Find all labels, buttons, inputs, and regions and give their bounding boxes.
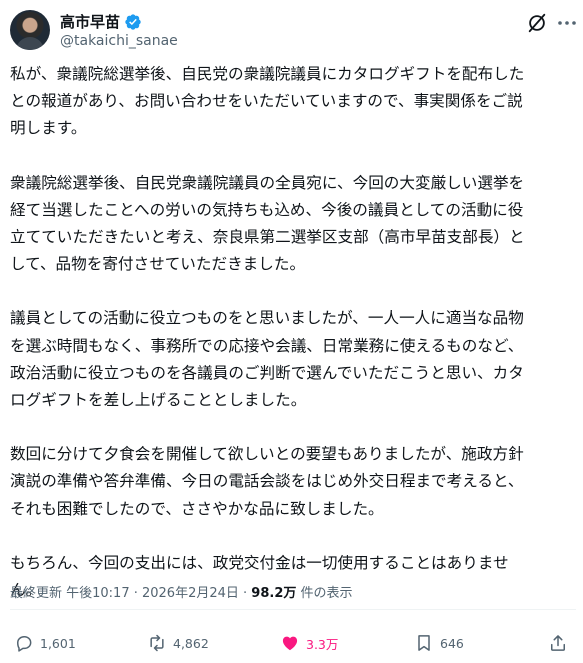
post-paragraph: 私が、衆議院総選挙後、自民党の衆議院議員にカタログギフトを配布した との報道があ… (10, 65, 525, 138)
avatar[interactable] (10, 10, 50, 50)
repost-count: 4,862 (173, 635, 209, 651)
heart-icon (282, 636, 298, 651)
author-handle[interactable]: @takaichi_sanae (60, 33, 178, 49)
divider (10, 609, 576, 610)
bookmark-icon (418, 635, 430, 651)
author-name[interactable]: 高市早苗 (60, 11, 120, 32)
bookmark-button[interactable]: 646 (414, 630, 464, 656)
post-paragraph: 議員としての活動に役立つものをと思いましたが、一人一人に適当な品物 を選ぶ時間も… (10, 309, 524, 410)
view-count: 98.2万 (251, 586, 297, 601)
reply-bubble-icon (17, 636, 32, 652)
verified-badge-icon (125, 13, 141, 30)
grok-icon[interactable] (526, 12, 548, 34)
action-bar: 1,601 4,862 3.3万 646 (0, 630, 583, 656)
like-count: 3.3万 (306, 636, 339, 652)
like-button[interactable]: 3.3万 (280, 630, 338, 656)
reply-count: 1,601 (40, 635, 76, 651)
view-label: 件の表示 (296, 586, 353, 601)
author-name-row[interactable]: 高市早苗 (60, 11, 142, 32)
repost-icon (150, 634, 164, 652)
post-paragraph: 数回に分けて夕食会を開催して欲しいとの要望もありましたが、施政方針 演説の準備や… (10, 445, 524, 518)
share-button[interactable] (548, 630, 568, 656)
post-timestamp[interactable]: 最終更新 午後10:17 · 2026年2月24日 · (10, 586, 251, 601)
reply-button[interactable]: 1,601 (14, 630, 76, 656)
bookmark-count: 646 (440, 635, 464, 651)
post-meta: 最終更新 午後10:17 · 2026年2月24日 · 98.2万 件の表示 (10, 582, 353, 601)
post-body: 私が、衆議院総選挙後、自民党の衆議院議員にカタログギフトを配布した との報道があ… (10, 61, 576, 604)
post-paragraph: 衆議院総選挙後、自民党衆議院議員の全員宛に、今回の大変厳しい選挙を 経て当選した… (10, 173, 525, 274)
post-header: 高市早苗 @takaichi_sanae (0, 0, 583, 60)
repost-button[interactable]: 4,862 (147, 630, 209, 656)
share-upload-icon (551, 635, 565, 651)
more-dots-icon[interactable] (557, 12, 577, 34)
